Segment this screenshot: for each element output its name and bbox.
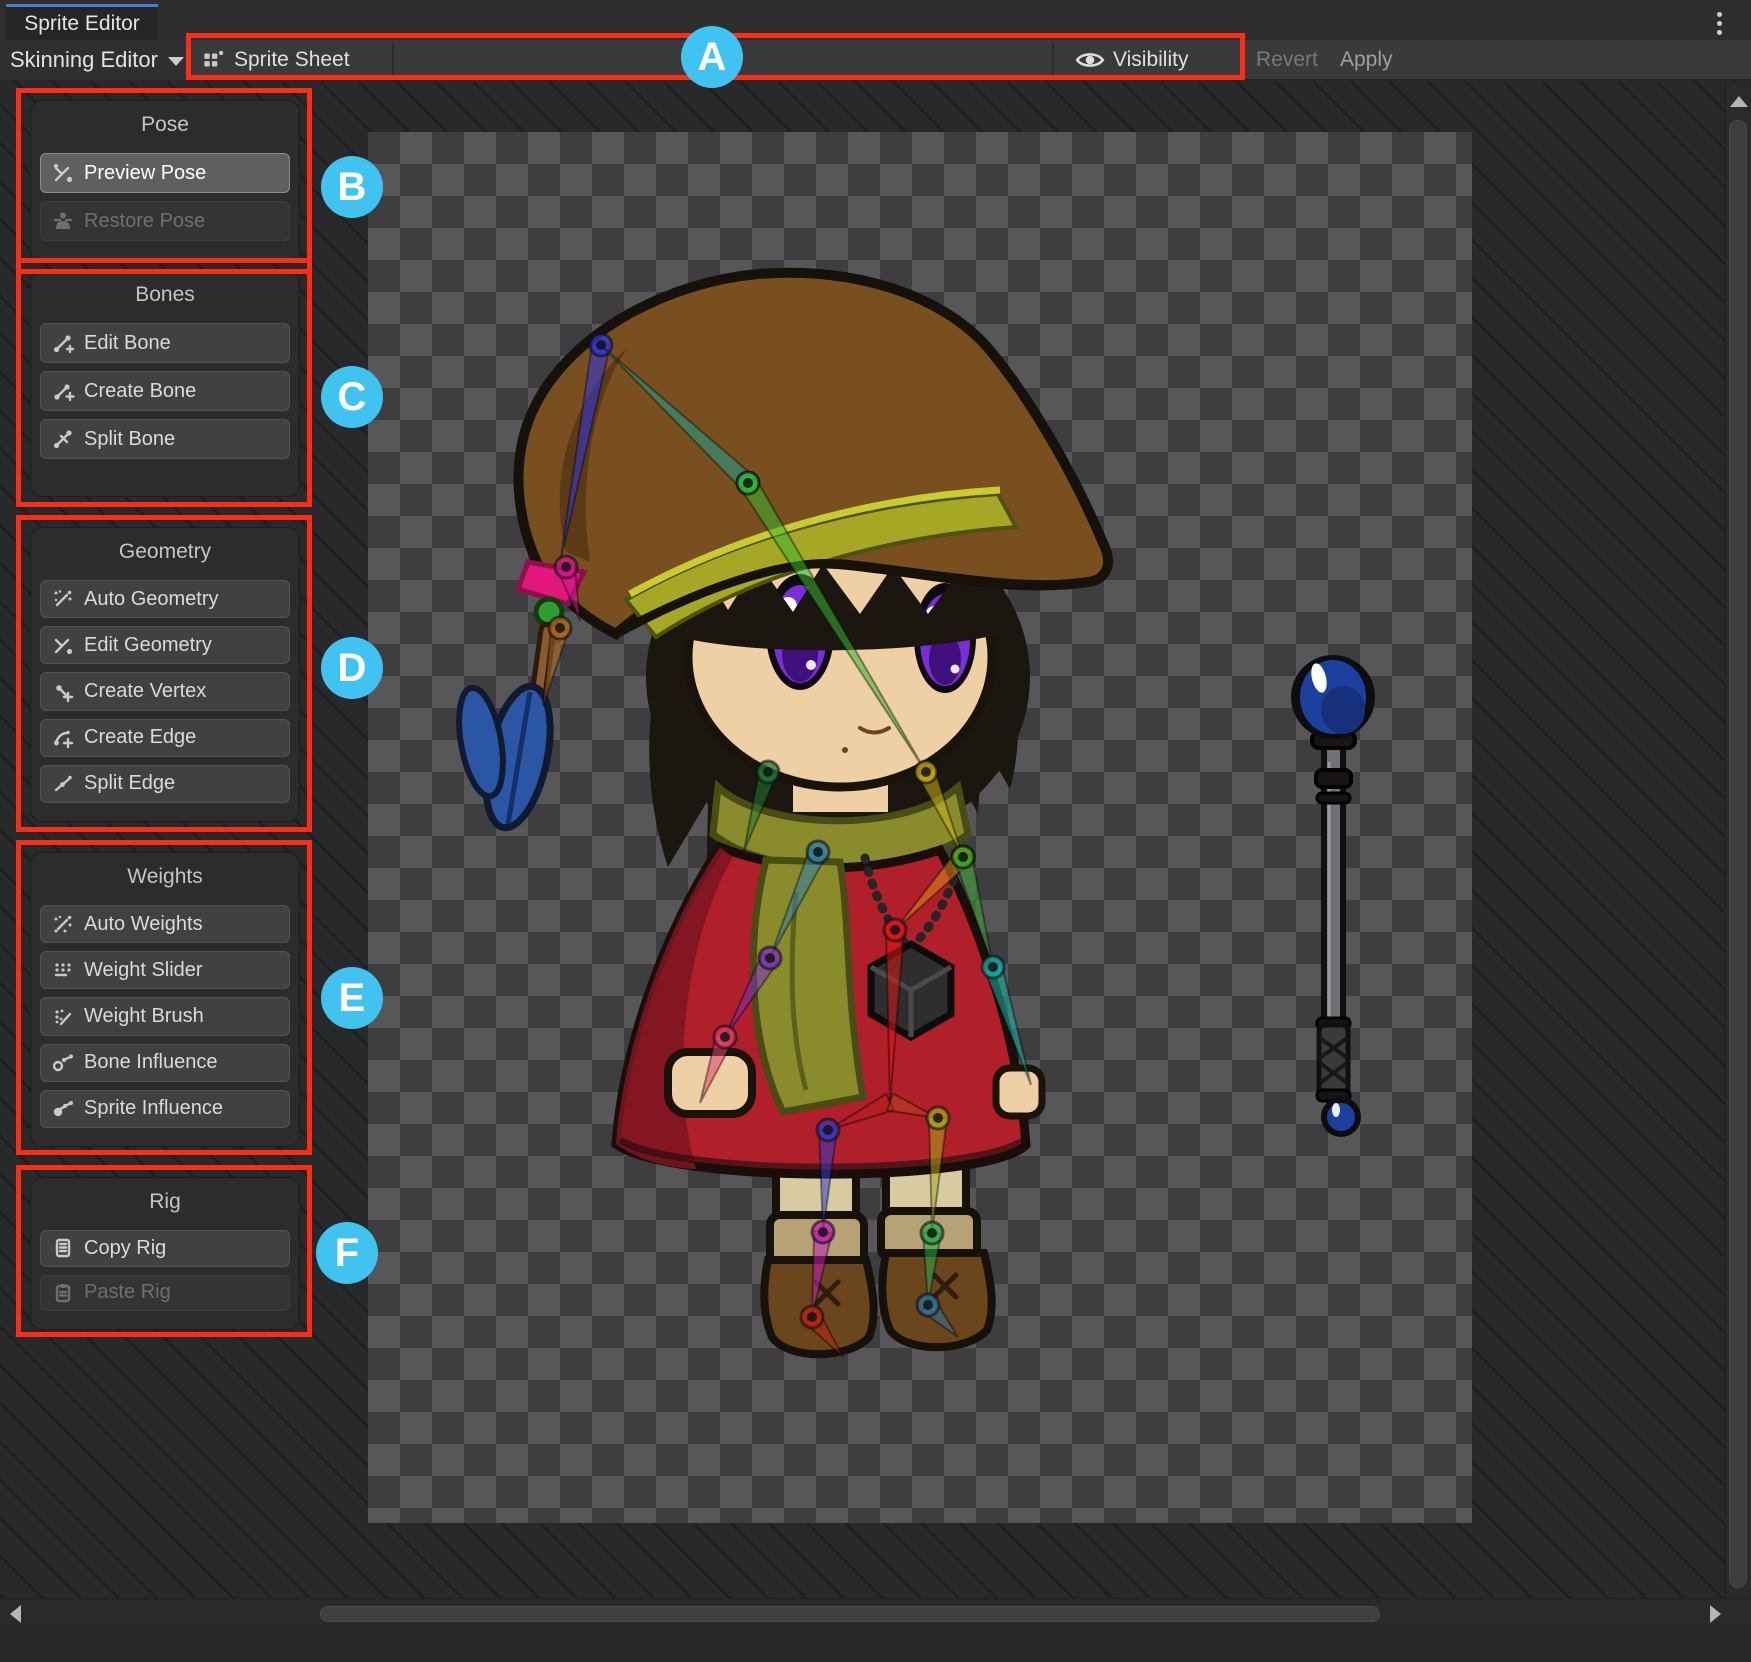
auto-geometry-icon xyxy=(51,587,75,611)
toolbar-separator xyxy=(1052,42,1054,78)
weight-brush-icon xyxy=(51,1005,75,1029)
editor-main-area: Pose Preview Pose Restore Pose Bones Edi… xyxy=(0,81,1751,1630)
character-sprite xyxy=(452,273,1108,1354)
sprite-sheet-label: Sprite Sheet xyxy=(234,48,350,72)
split-edge-icon xyxy=(51,772,75,796)
staff-sprite xyxy=(1291,655,1375,1134)
restore-pose-icon xyxy=(51,209,75,233)
paste-rig-icon xyxy=(51,1281,75,1305)
panel-title: Bones xyxy=(40,283,290,307)
panel-geometry: Geometry Auto Geometry Edit Geometry Cre… xyxy=(30,527,300,822)
copy-rig-button[interactable]: Copy Rig xyxy=(40,1230,290,1267)
vertical-scrollbar[interactable] xyxy=(1725,82,1751,1630)
tab-label: Sprite Editor xyxy=(24,12,140,36)
panel-title: Weights xyxy=(40,865,290,889)
split-edge-button[interactable]: Split Edge xyxy=(40,765,290,803)
split-bone-icon xyxy=(51,427,75,451)
weight-slider-icon xyxy=(51,958,75,982)
sprite-canvas[interactable] xyxy=(368,132,1472,1523)
panel-title: Pose xyxy=(40,113,290,137)
auto-weights-button[interactable]: Auto Weights xyxy=(40,905,290,943)
panel-bones: Bones Edit Bone Create Bone Split Bone xyxy=(30,270,300,497)
split-bone-button[interactable]: Split Bone xyxy=(40,419,290,459)
weight-brush-button[interactable]: Weight Brush xyxy=(40,997,290,1035)
right-hand xyxy=(996,1068,1042,1116)
create-bone-icon xyxy=(51,379,75,403)
scroll-left-icon[interactable] xyxy=(10,1605,21,1623)
sprite-sheet-button[interactable]: Sprite Sheet xyxy=(200,40,350,80)
skinning-editor-dropdown[interactable]: Skinning Editor xyxy=(0,40,186,80)
edit-bone-button[interactable]: Edit Bone xyxy=(40,323,290,363)
title-bar: Sprite Editor xyxy=(0,0,1751,40)
visibility-button[interactable]: Visibility xyxy=(1075,40,1188,80)
panel-rig: Rig Copy Rig Paste Rig xyxy=(30,1177,300,1330)
mode-dropdown-label: Skinning Editor xyxy=(10,47,158,73)
copy-rig-icon xyxy=(51,1236,75,1260)
sprite-influence-icon xyxy=(51,1097,75,1121)
scroll-up-icon[interactable] xyxy=(1730,96,1748,107)
edit-bone-icon xyxy=(51,331,75,355)
panel-weights: Weights Auto Weights Weight Slider Weigh… xyxy=(30,852,300,1147)
visibility-label: Visibility xyxy=(1113,48,1188,72)
toolbar-separator xyxy=(392,42,394,78)
paste-rig-button[interactable]: Paste Rig xyxy=(40,1275,290,1312)
create-vertex-icon xyxy=(51,680,75,704)
panel-pose: Pose Preview Pose Restore Pose xyxy=(30,100,300,264)
revert-button[interactable]: Revert xyxy=(1256,40,1318,80)
horizontal-scrollbar[interactable] xyxy=(0,1598,1751,1630)
panel-title: Rig xyxy=(40,1190,290,1214)
tab-sprite-editor[interactable]: Sprite Editor xyxy=(6,4,158,40)
create-edge-button[interactable]: Create Edge xyxy=(40,719,290,757)
panel-title: Geometry xyxy=(40,540,290,564)
create-vertex-button[interactable]: Create Vertex xyxy=(40,672,290,710)
toolbar: Skinning Editor Sprite Sheet Visibility … xyxy=(0,40,1751,80)
restore-pose-button[interactable]: Restore Pose xyxy=(40,201,290,241)
vertical-scroll-thumb[interactable] xyxy=(1729,120,1747,1588)
bone-influence-button[interactable]: Bone Influence xyxy=(40,1044,290,1082)
auto-geometry-button[interactable]: Auto Geometry xyxy=(40,580,290,618)
auto-weights-icon xyxy=(51,912,75,936)
preview-pose-icon xyxy=(51,161,75,185)
sprite-influence-button[interactable]: Sprite Influence xyxy=(40,1090,290,1128)
edit-geometry-button[interactable]: Edit Geometry xyxy=(40,626,290,664)
create-edge-icon xyxy=(51,726,75,750)
bone-influence-icon xyxy=(51,1051,75,1075)
weight-slider-button[interactable]: Weight Slider xyxy=(40,951,290,989)
preview-pose-button[interactable]: Preview Pose xyxy=(40,153,290,193)
scroll-right-icon[interactable] xyxy=(1710,1605,1721,1623)
create-bone-button[interactable]: Create Bone xyxy=(40,371,290,411)
horizontal-scroll-thumb[interactable] xyxy=(320,1606,1380,1622)
sprite-editor-window: Sprite Editor Skinning Editor Sprite She… xyxy=(0,0,1751,1662)
sprite-artwork xyxy=(368,132,1472,1523)
chevron-down-icon xyxy=(168,57,184,66)
kebab-menu-icon[interactable] xyxy=(1709,8,1729,38)
apply-button[interactable]: Apply xyxy=(1340,40,1393,80)
sprite-sheet-icon xyxy=(200,47,226,73)
eye-icon xyxy=(1075,47,1105,73)
edit-geometry-icon xyxy=(51,633,75,657)
